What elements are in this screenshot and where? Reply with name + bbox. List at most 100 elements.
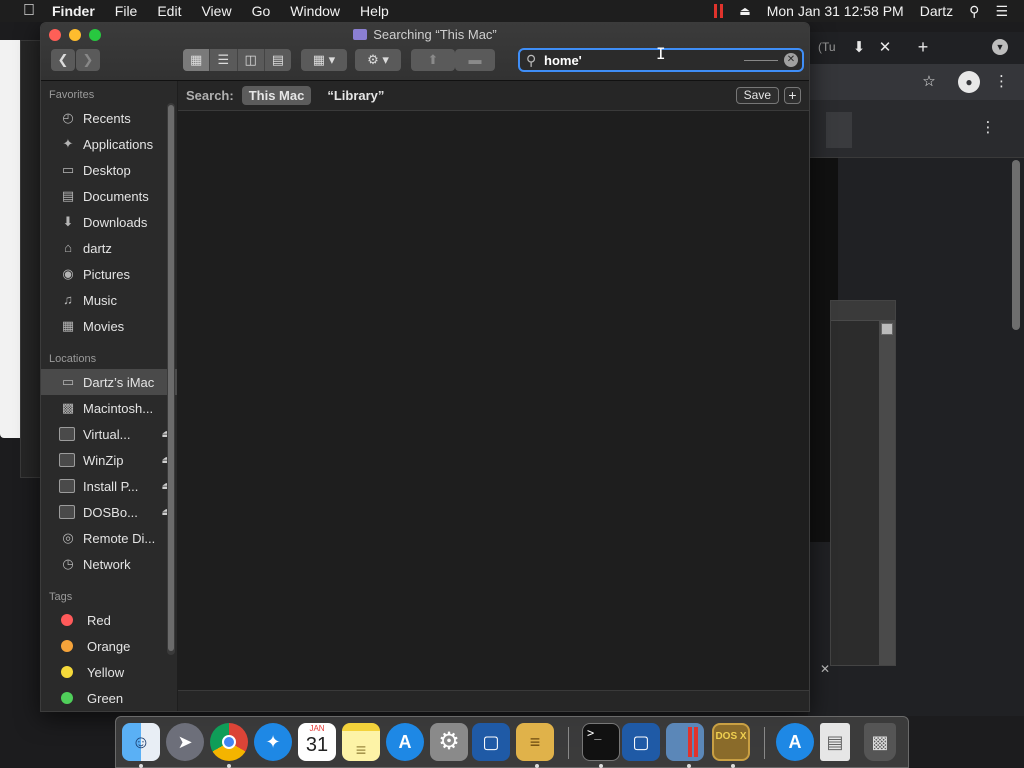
menu-file[interactable]: File: [115, 3, 138, 19]
group-by-button[interactable]: ▦ ▾: [301, 49, 347, 71]
sidebar-item-virtual[interactable]: Virtual... ⏏: [41, 421, 177, 447]
calendar-day: 31: [305, 734, 329, 756]
sidebar-item-downloads[interactable]: ⬇ Downloads: [41, 209, 177, 235]
scope-library-button[interactable]: “Library”: [327, 88, 384, 103]
chrome-icon[interactable]: [210, 723, 248, 761]
sidebar-item-label: Movies: [83, 318, 125, 334]
background-close-icon[interactable]: ✕: [820, 662, 830, 676]
browser-scrollbar[interactable]: [1012, 160, 1020, 330]
menu-help[interactable]: Help: [360, 3, 389, 19]
menu-edit[interactable]: Edit: [157, 3, 181, 19]
sidebar-item-desktop[interactable]: ▭ Desktop: [41, 157, 177, 183]
clear-search-icon[interactable]: ✕: [784, 53, 798, 67]
dosbox-icon[interactable]: DOS X: [712, 723, 750, 761]
tab-search-icon[interactable]: ▼: [992, 39, 1008, 55]
sidebar-item-label: Install P...: [83, 478, 139, 494]
safari-icon[interactable]: ✦: [254, 723, 292, 761]
search-icon: ⚲: [526, 51, 537, 68]
sidebar-item-install[interactable]: Install P... ⏏: [41, 473, 177, 499]
sidebar-tag-green[interactable]: Green: [41, 685, 177, 711]
tag-color-dot: [61, 666, 73, 678]
sidebar-item-label: Documents: [83, 188, 149, 204]
new-tab-icon[interactable]: +: [914, 37, 932, 57]
action-gear-button[interactable]: ⚙ ▾: [355, 49, 401, 71]
browser-page-header: ⋮: [808, 100, 1024, 158]
sidebar-tag-orange[interactable]: Orange: [41, 633, 177, 659]
list-view-icon[interactable]: ☰: [210, 49, 238, 71]
editor-panel-toggle-icon[interactable]: [881, 323, 893, 335]
sidebar-item-remote-disc[interactable]: ◎ Remote Di...: [41, 525, 177, 551]
dock-running-indicator: [227, 764, 231, 768]
sidebar-tag-red[interactable]: Red: [41, 607, 177, 633]
dosbox-label: DOS X: [715, 731, 747, 742]
sidebar-item-imac[interactable]: ▭ Dartz’s iMac: [41, 369, 177, 395]
sidebar-scrollbar[interactable]: [167, 103, 175, 655]
menubar-user[interactable]: Dartz: [920, 3, 953, 19]
archive-utility-icon[interactable]: ≡: [516, 723, 554, 761]
finder-icon[interactable]: ☺: [122, 723, 160, 761]
sidebar-item-macintosh-hd[interactable]: ▩ Macintosh...: [41, 395, 177, 421]
profile-icon[interactable]: ●: [958, 71, 980, 93]
sidebar-item-winzip[interactable]: WinZip ⏏: [41, 447, 177, 473]
column-view-icon[interactable]: ◫: [238, 49, 265, 71]
app-store-icon[interactable]: A: [386, 723, 424, 761]
icon-view-icon[interactable]: ▦: [183, 49, 211, 71]
gallery-view-icon[interactable]: ▤: [265, 49, 291, 71]
system-preferences-icon[interactable]: ⚙: [430, 723, 468, 761]
sidebar-item-music[interactable]: ♫ Music: [41, 287, 177, 313]
background-window-white[interactable]: [0, 40, 22, 438]
menu-go[interactable]: Go: [252, 3, 271, 19]
browser-tab-title[interactable]: (Tu: [818, 40, 836, 54]
virtualbox-icon[interactable]: ▢: [622, 723, 660, 761]
close-tab-icon[interactable]: ✕: [878, 38, 892, 58]
parallels-status-icon[interactable]: [714, 4, 724, 18]
download-icon[interactable]: ⬇: [852, 38, 866, 58]
app-store-icon[interactable]: A: [776, 723, 814, 761]
page-more-icon[interactable]: ⋮: [980, 118, 996, 138]
calendar-icon[interactable]: JAN 31: [298, 723, 336, 761]
scope-this-mac-button[interactable]: This Mac: [241, 86, 312, 105]
spotlight-icon[interactable]: ⚲: [969, 3, 979, 20]
notification-center-icon[interactable]: ☰: [995, 3, 1008, 20]
sidebar-item-network[interactable]: ◷ Network: [41, 551, 177, 577]
menubar-clock[interactable]: Mon Jan 31 12:58 PM: [767, 3, 904, 19]
search-results-area[interactable]: [178, 112, 809, 690]
search-scope-label: Search:: [186, 88, 234, 103]
share-button[interactable]: ⬆: [411, 49, 455, 71]
sidebar-tag-yellow[interactable]: Yellow: [41, 659, 177, 685]
sidebar-item-movies[interactable]: ▦ Movies: [41, 313, 177, 339]
sidebar-item-label: Network: [83, 556, 131, 572]
forward-button[interactable]: ❯: [76, 49, 100, 71]
sidebar-item-documents[interactable]: ▤ Documents: [41, 183, 177, 209]
background-editor-panel[interactable]: [830, 300, 896, 666]
edit-tags-button[interactable]: ▬: [455, 49, 495, 71]
notes-icon[interactable]: ≡: [342, 723, 380, 761]
sidebar-item-dosbox[interactable]: DOSBo... ⏏: [41, 499, 177, 525]
sidebar-item-recents[interactable]: ◴ Recents: [41, 105, 177, 131]
path-bar: [178, 690, 809, 711]
menu-view[interactable]: View: [201, 3, 231, 19]
sidebar-item-home[interactable]: ⌂ dartz: [41, 235, 177, 261]
search-input[interactable]: [544, 52, 744, 68]
virtualbox-icon[interactable]: ▢: [472, 723, 510, 761]
menu-app-finder[interactable]: Finder: [52, 3, 95, 19]
bookmark-star-icon[interactable]: ☆: [920, 72, 938, 92]
save-search-button[interactable]: Save: [735, 87, 779, 104]
add-criteria-button[interactable]: +: [784, 87, 801, 104]
applications-icon: ✦: [62, 136, 74, 151]
eject-icon[interactable]: ⏏: [739, 4, 750, 18]
remote-desktop-icon[interactable]: [666, 723, 704, 761]
back-button[interactable]: ❮: [51, 49, 75, 71]
document-icon[interactable]: ▤: [820, 723, 850, 761]
menu-window[interactable]: Window: [290, 3, 340, 19]
trash-icon[interactable]: ▩: [864, 723, 896, 761]
apple-logo-icon[interactable]: : [18, 2, 40, 20]
desktop-icon: ▭: [61, 162, 75, 177]
sidebar-item-applications[interactable]: ✦ Applications: [41, 131, 177, 157]
sidebar-item-label: Applications: [83, 136, 154, 152]
sidebar-scroll-thumb[interactable]: [168, 105, 174, 651]
terminal-icon[interactable]: >_: [582, 723, 620, 761]
browser-menu-icon[interactable]: ⋮: [994, 72, 1009, 92]
launchpad-icon[interactable]: ➤: [166, 723, 204, 761]
sidebar-item-pictures[interactable]: ◉ Pictures: [41, 261, 177, 287]
